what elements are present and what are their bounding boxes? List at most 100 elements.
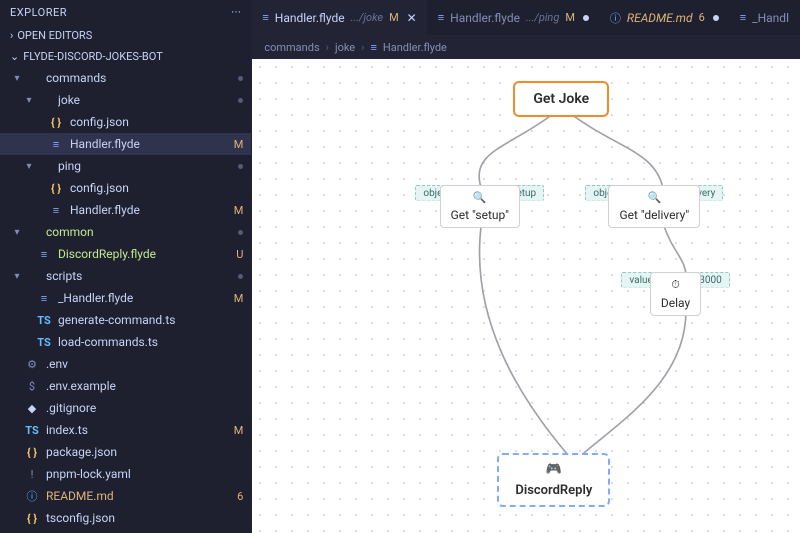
breadcrumb-item[interactable]: Handler.flyde <box>383 41 447 54</box>
tree-item-generate-command-ts[interactable]: TSgenerate-command.ts <box>0 309 251 331</box>
tree-item-label: joke <box>58 93 234 107</box>
node-get-joke[interactable]: Get Joke <box>513 81 609 117</box>
tree-item-handler-flyde[interactable]: ≡Handler.flydeM <box>0 133 251 155</box>
breadcrumb-item[interactable]: joke <box>335 41 355 54</box>
tree-item-label: scripts <box>46 269 234 283</box>
tree-item--gitignore[interactable]: ◆.gitignore <box>0 397 251 419</box>
flyde-icon: ≡ <box>48 204 64 217</box>
node-label: Get Joke <box>533 91 589 107</box>
flyde-icon: ≡ <box>36 292 52 305</box>
modified-dot-icon <box>583 15 589 21</box>
chevron-icon: ▾ <box>22 95 36 106</box>
json-icon: { } <box>24 512 40 525</box>
tab-name: _Handl <box>752 11 789 25</box>
tree-item-discordreply-flyde[interactable]: ≡DiscordReply.flydeU <box>0 243 251 265</box>
node-get-setup[interactable]: object attribute :setup 🔍 Get "setup" <box>415 185 544 203</box>
tree-item-load-commands-ts[interactable]: TS load-commands.ts <box>0 331 251 353</box>
tree-item--env[interactable]: ⚙.env <box>0 353 251 375</box>
discord-icon: 🎮 <box>546 462 562 477</box>
file-tree: ▾commands▾joke{ }config.json≡Handler.fly… <box>0 67 251 533</box>
json-icon: { } <box>24 446 40 459</box>
json-icon: { } <box>48 182 64 195</box>
tree-item-joke[interactable]: ▾ joke <box>0 89 251 111</box>
clock-icon: ⏱ <box>671 278 680 292</box>
tree-item-label: pnpm-lock.yaml <box>46 467 243 481</box>
tab--handl[interactable]: ≡_Handl <box>730 0 800 35</box>
tree-item-label: load-commands.ts <box>58 335 243 349</box>
node-label: Get "delivery" <box>619 208 689 222</box>
tab-name: README.md <box>627 11 693 25</box>
modified-dot-icon <box>238 274 243 279</box>
tree-item-label: config.json <box>70 115 243 129</box>
tree-item-config-json[interactable]: { }config.json <box>0 111 251 133</box>
tree-item-label: _Handler.flyde <box>58 291 230 305</box>
tab-name: Handler.flyde <box>275 11 345 25</box>
node-delay[interactable]: value delay :3000 ⏱ Delay <box>621 272 729 290</box>
tree-item-handler-flyde[interactable]: ≡Handler.flydeM <box>0 199 251 221</box>
more-icon[interactable]: ··· <box>231 6 241 19</box>
git-badge: 6 <box>237 490 243 503</box>
tree-item-tsconfig-json[interactable]: { } tsconfig.json <box>0 507 251 529</box>
node-label: DiscordReply <box>515 483 592 498</box>
close-icon[interactable]: ✕ <box>407 11 417 25</box>
tree-item-index-ts[interactable]: TSindex.tsM <box>0 419 251 441</box>
tree-item-label: Handler.flyde <box>70 137 230 151</box>
tree-item-label: DiscordReply.flyde <box>58 247 232 261</box>
tree-item-label: index.ts <box>46 423 230 437</box>
ts-icon: TS <box>36 336 52 349</box>
tab-readme-md[interactable]: ⓘ README.md 6 <box>600 0 730 35</box>
flyde-canvas[interactable]: Get Joke object attribute :setup 🔍 Get "… <box>252 59 800 533</box>
tree-item--env-example[interactable]: $.env.example <box>0 375 251 397</box>
tree-item-readme-md[interactable]: ⓘREADME.md6 <box>0 485 251 507</box>
tab-badge: 6 <box>699 11 705 24</box>
tree-item-config-json[interactable]: { } config.json <box>0 177 251 199</box>
tree-item-label: ping <box>58 159 234 173</box>
editor-area: ≡Handler.flyde.../jokeM✕≡Handler.flyde..… <box>252 0 800 533</box>
tree-item-label: commands <box>46 71 234 85</box>
chevron-icon: ▾ <box>10 227 24 238</box>
chevron-icon: ▾ <box>10 73 24 84</box>
tree-item-package-json[interactable]: { }package.json <box>0 441 251 463</box>
chevron-right-icon: › <box>10 29 13 42</box>
tree-item-common[interactable]: ▾ common <box>0 221 251 243</box>
tab-name: Handler.flyde <box>450 11 520 25</box>
chevron-icon: ▾ <box>10 271 24 282</box>
explorer-title: EXPLORER <box>10 6 67 19</box>
modified-dot-icon <box>238 98 243 103</box>
tree-item-label: config.json <box>70 181 243 195</box>
flyde-icon: ≡ <box>48 138 64 151</box>
gear-icon: ⚙ <box>24 358 40 371</box>
node-discord-reply[interactable]: 🎮 DiscordReply <box>497 453 610 507</box>
open-editors-section[interactable]: › OPEN EDITORS <box>0 25 251 46</box>
git-badge: U <box>236 248 243 261</box>
project-section[interactable]: ⌄ FLYDE-DISCORD-JOKES-BOT <box>0 46 251 67</box>
project-name: FLYDE-DISCORD-JOKES-BOT <box>23 50 163 63</box>
modified-dot-icon <box>713 15 719 21</box>
tree-item-ping[interactable]: ▾ ping <box>0 155 251 177</box>
flyde-icon: ≡ <box>438 11 444 24</box>
breadcrumb-separator: › <box>361 41 364 54</box>
breadcrumb: commands›joke›≡Handler.flyde <box>252 35 800 59</box>
breadcrumb-item[interactable]: commands <box>264 41 319 54</box>
tab-bar: ≡Handler.flyde.../jokeM✕≡Handler.flyde..… <box>252 0 800 35</box>
tab-handler-flyde[interactable]: ≡Handler.flyde.../pingM <box>428 0 600 35</box>
chevron-icon: ▾ <box>22 161 36 172</box>
tree-item-pnpm-lock-yaml[interactable]: !pnpm-lock.yaml <box>0 463 251 485</box>
tree-item-scripts[interactable]: ▾ scripts <box>0 265 251 287</box>
tab-handler-flyde[interactable]: ≡Handler.flyde.../jokeM✕ <box>252 0 427 35</box>
tree-item--handler-flyde[interactable]: ≡_Handler.flydeM <box>0 287 251 309</box>
tree-item-label: tsconfig.json <box>46 511 243 525</box>
modified-dot-icon <box>238 164 243 169</box>
node-label: Delay <box>661 296 690 310</box>
dollar-icon: $ <box>24 380 40 393</box>
tree-item-commands[interactable]: ▾ commands <box>0 67 251 89</box>
explorer-sidebar: EXPLORER ··· › OPEN EDITORS ⌄ FLYDE-DISC… <box>0 0 252 533</box>
node-get-delivery[interactable]: object attribute :delivery 🔍 Get "delive… <box>585 185 723 203</box>
tab-hint: .../joke <box>351 11 383 24</box>
explorer-header: EXPLORER ··· <box>0 0 251 25</box>
tree-item-label: README.md <box>46 489 233 503</box>
tree-item-label: Handler.flyde <box>70 203 230 217</box>
ts-icon: TS <box>24 424 40 437</box>
info-icon: ⓘ <box>610 10 621 26</box>
tree-item-label: common <box>46 225 234 239</box>
